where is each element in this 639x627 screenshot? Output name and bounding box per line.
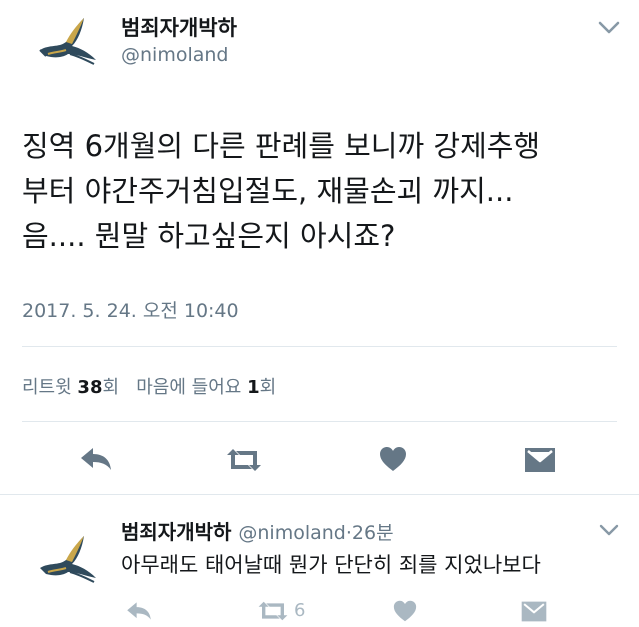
reply-button[interactable] [79,445,113,477]
reply-header: 범죄자개박하 @nimoland·26분 [121,516,394,545]
reply-author-handle[interactable]: @nimoland [238,522,345,544]
heart-icon [380,447,406,471]
engagement-stats: 리트윗 38회 마음에 들어요 1회 [22,373,276,399]
heart-icon [393,600,417,622]
retweet-icon [227,449,261,471]
author-name[interactable]: 범죄자개박하 [121,12,237,42]
message-icon [525,448,555,472]
reply-avatar[interactable] [36,532,100,584]
section-divider [0,494,639,495]
avatar[interactable] [36,14,100,66]
reply-retweet-count: 6 [294,600,306,621]
retweets-label: 리트윗 [22,377,72,398]
divider [22,421,617,422]
tweet-text: 징역 6개월의 다른 판례를 보니까 강제추행 부터 야간주거침입절도, 재물손… [22,124,622,259]
divider [22,346,617,347]
like-button[interactable] [378,445,408,477]
reply-author-name[interactable]: 범죄자개박하 [121,520,231,544]
author-handle[interactable]: @nimoland [121,44,228,66]
retweet-icon [258,601,288,621]
message-icon [521,601,547,622]
reply-text: 아무래도 태어날때 뭔가 단단히 죄를 지었나보다 [121,553,541,577]
retweets-suffix: 회 [102,377,120,398]
swallow-avatar-icon [39,18,96,65]
tweet-timestamp[interactable]: 2017. 5. 24. 오전 10:40 [22,296,239,323]
retweet-button[interactable] [224,447,264,477]
likes-suffix: 회 [259,377,277,398]
direct-message-button[interactable] [523,446,557,478]
likes-count: 1 [247,377,260,398]
reply-reply-button[interactable] [125,600,153,626]
tweet-text-line: 부터 야간주거침입절도, 재물손괴 까지... [22,174,514,208]
swallow-avatar-icon [40,536,96,583]
tweet-text-line: 징역 6개월의 다른 판례를 보니까 강제추행 [22,129,541,163]
reply-icon [127,602,151,620]
chevron-down-icon[interactable] [597,20,621,40]
reply-retweet-button[interactable] [256,600,290,626]
likes-label: 마음에 들어요 [136,377,242,398]
tweet-text-line: 음.... 뭔말 하고싶은지 아시죠? [22,219,396,253]
reply-icon [81,448,111,470]
reply-time[interactable]: 26분 [352,522,394,544]
retweets-stat[interactable]: 리트윗 38회 [22,377,125,398]
chevron-down-icon[interactable] [598,522,620,541]
retweets-count: 38 [77,377,103,398]
reply-message-button[interactable] [520,600,548,627]
reply-like-button[interactable] [392,599,418,627]
likes-stat[interactable]: 마음에 들어요 1회 [136,377,276,398]
